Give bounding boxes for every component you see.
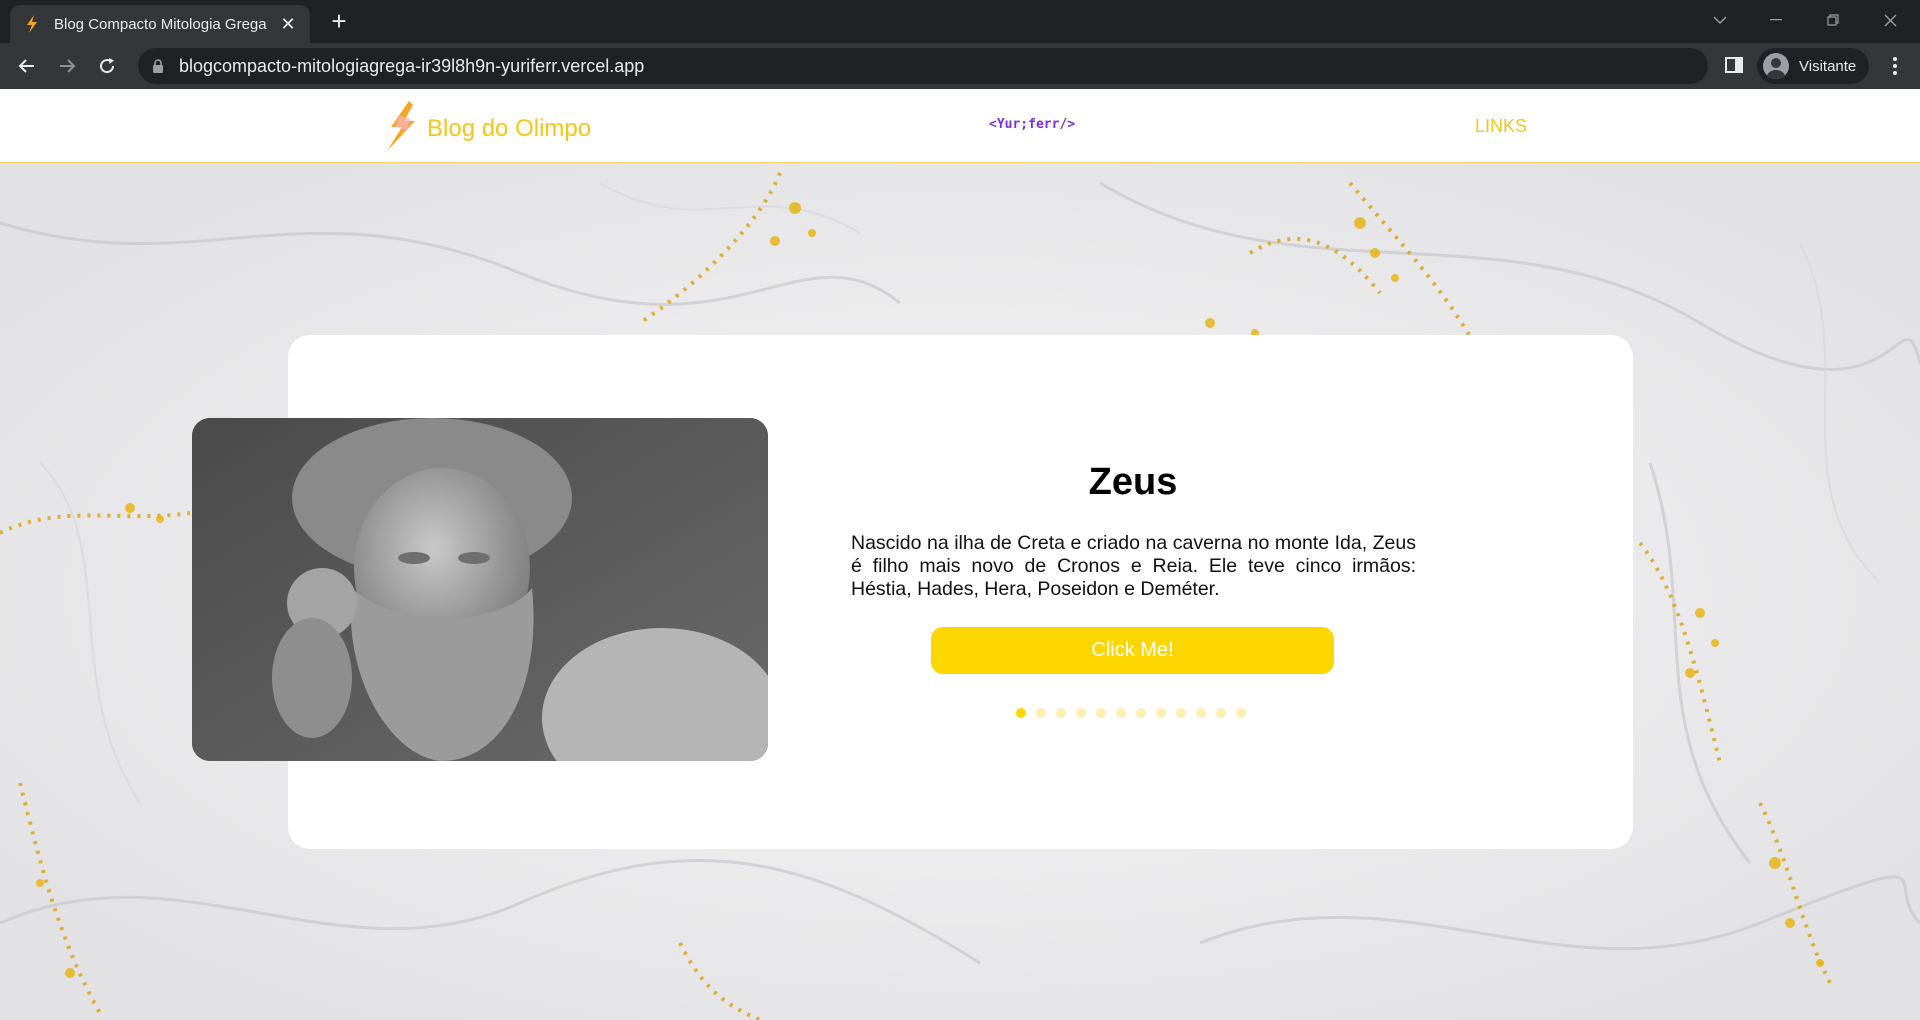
click-me-button[interactable]: Click Me! <box>931 627 1334 674</box>
carousel-dot[interactable] <box>1176 708 1186 718</box>
developer-logo[interactable]: <Yur;ferr/> <box>989 117 1075 132</box>
carousel-dot[interactable] <box>1056 708 1066 718</box>
address-bar[interactable]: blogcompacto-mitologiagrega-ir39l8h9n-yu… <box>138 48 1708 84</box>
links-nav-item[interactable]: LINKS <box>1475 116 1527 137</box>
brand-title: Blog do Olimpo <box>427 114 592 142</box>
slide-title: Zeus <box>1088 461 1178 503</box>
lock-icon <box>152 59 164 73</box>
site-header: Blog do Olimpo <Yur;ferr/> LINKS <box>0 89 1920 163</box>
carousel-dot[interactable] <box>1156 708 1166 718</box>
carousel-dot[interactable] <box>1116 708 1126 718</box>
zeus-statue-image <box>192 418 768 761</box>
carousel-pagination <box>1016 708 1246 718</box>
carousel-dot[interactable] <box>1016 708 1026 718</box>
carousel-dot[interactable] <box>1216 708 1226 718</box>
minimize-icon[interactable] <box>1748 0 1804 40</box>
side-panel-icon[interactable] <box>1724 55 1746 77</box>
forward-icon[interactable] <box>52 51 82 81</box>
new-tab-button[interactable]: + <box>325 8 353 36</box>
profile-button[interactable]: Visitante <box>1757 48 1869 84</box>
reload-icon[interactable] <box>92 51 122 81</box>
profile-avatar <box>1763 53 1789 79</box>
close-window-icon[interactable] <box>1862 0 1918 40</box>
brand-logo-link[interactable]: Blog do Olimpo <box>383 101 591 156</box>
carousel-dot[interactable] <box>1196 708 1206 718</box>
lightning-logo-icon <box>383 101 423 156</box>
carousel-dot[interactable] <box>1096 708 1106 718</box>
slide-description: Nascido na ilha de Creta e criado na cav… <box>851 532 1416 600</box>
restore-icon[interactable] <box>1805 0 1861 40</box>
tab-title: Blog Compacto Mitologia Grega <box>54 15 267 33</box>
back-icon[interactable] <box>12 51 42 81</box>
carousel-dot[interactable] <box>1236 708 1246 718</box>
close-tab-icon[interactable]: ✕ <box>278 14 298 35</box>
lightning-icon <box>22 14 42 34</box>
carousel-dot[interactable] <box>1076 708 1086 718</box>
profile-name: Visitante <box>1799 57 1857 75</box>
browser-tab[interactable]: Blog Compacto Mitologia Grega ✕ <box>10 5 310 43</box>
carousel-dot[interactable] <box>1036 708 1046 718</box>
carousel-dot[interactable] <box>1136 708 1146 718</box>
url-text: blogcompacto-mitologiagrega-ir39l8h9n-yu… <box>179 55 645 76</box>
page-viewport: Blog do Olimpo <Yur;ferr/> LINKS Zeus Na… <box>0 89 1920 1020</box>
browser-tab-bar: Blog Compacto Mitologia Grega ✕ + <box>0 0 1920 43</box>
menu-icon[interactable] <box>1880 51 1910 81</box>
tab-search-icon[interactable] <box>1692 0 1748 40</box>
browser-toolbar: blogcompacto-mitologiagrega-ir39l8h9n-yu… <box>0 43 1920 89</box>
